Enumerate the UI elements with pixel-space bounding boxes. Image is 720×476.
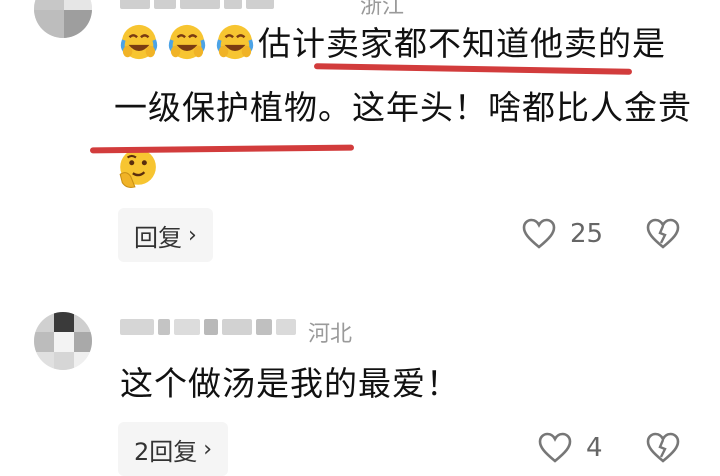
comment-text: 估计卖家都不知道他卖的是 一级保护植物。这年头！啥都比人金贵	[114, 12, 692, 204]
dislike-button[interactable]	[646, 218, 680, 254]
laughing-crying-emoji-icon	[216, 24, 254, 60]
like-count: 25	[570, 219, 604, 249]
like-button[interactable]: 25	[522, 218, 603, 250]
heart-icon	[538, 432, 572, 463]
reply-button[interactable]: 回复 ›	[118, 208, 213, 262]
like-button[interactable]: 4	[538, 432, 603, 464]
laughing-crying-emoji-icon	[168, 24, 206, 60]
comment-item: 浙江 估计卖家都不知道他卖的是 一级保护植物。这年头！啥都比人金贵 回复 › 2…	[0, 0, 720, 290]
broken-heart-icon	[646, 432, 680, 463]
heart-icon	[522, 218, 556, 249]
laughing-crying-emoji-icon	[120, 24, 158, 60]
comment-text-line-1: 估计卖家都不知道他卖的是	[258, 24, 666, 63]
avatar[interactable]	[34, 312, 92, 370]
username-obscured[interactable]	[120, 316, 296, 338]
reply-button-label: 2回复	[134, 437, 198, 466]
like-count: 4	[586, 433, 603, 463]
reply-button[interactable]: 2回复 ›	[118, 422, 229, 476]
location-label: 河北	[308, 322, 353, 347]
broken-heart-icon	[646, 218, 680, 249]
chevron-right-icon: ›	[188, 222, 197, 248]
avatar[interactable]	[34, 0, 92, 38]
comment-text-line-1: 这个做汤是我的最爱！	[120, 364, 460, 403]
comment-text: 这个做汤是我的最爱！	[120, 352, 460, 416]
comment-text-line-2: 一级保护植物。这年头！啥都比人金贵	[114, 88, 692, 127]
dislike-button[interactable]	[646, 432, 680, 468]
username-obscured[interactable]	[120, 0, 274, 12]
thinking-face-emoji-icon	[119, 149, 156, 188]
reply-button-label: 回复	[134, 223, 182, 252]
comment-item: 河北 这个做汤是我的最爱！ 2回复 › 4	[0, 290, 720, 476]
chevron-right-icon: ›	[203, 436, 213, 462]
